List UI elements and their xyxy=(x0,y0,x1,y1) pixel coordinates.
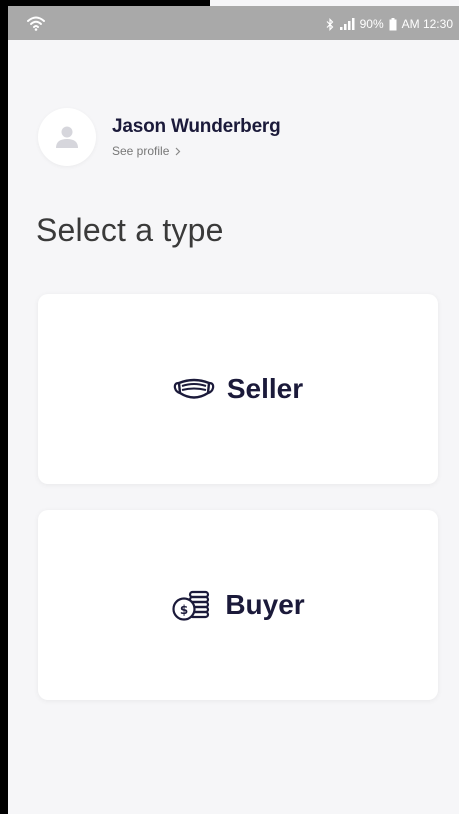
clock: AM 12:30 xyxy=(401,17,453,31)
profile-text: Jason Wunderberg See profile xyxy=(112,116,281,158)
seller-option-content: Seller xyxy=(173,373,303,405)
battery-percent: 90% xyxy=(359,17,384,31)
page-title: Select a type xyxy=(36,212,224,248)
person-icon xyxy=(56,126,78,148)
signal-icon xyxy=(339,17,355,30)
status-indicators: 90% AM 12:30 xyxy=(326,16,453,32)
buyer-option-content: $ Buyer xyxy=(171,587,305,623)
bezel-top xyxy=(0,0,210,6)
battery-icon xyxy=(389,17,397,30)
coins-icon: $ xyxy=(172,590,210,621)
app-screen: 90% AM 12:30 Jason Wunderberg See profil… xyxy=(8,0,459,814)
wifi-icon xyxy=(27,16,45,31)
buyer-option-card[interactable]: $ Buyer xyxy=(38,510,438,700)
mask-icon xyxy=(173,378,215,399)
profile-header[interactable]: Jason Wunderberg See profile xyxy=(38,108,281,166)
svg-text:$: $ xyxy=(180,603,188,617)
profile-name: Jason Wunderberg xyxy=(112,116,281,137)
status-bar: 90% AM 12:30 xyxy=(8,6,459,40)
bluetooth-icon xyxy=(326,17,333,31)
seller-option-card[interactable]: Seller xyxy=(38,294,438,484)
see-profile-label[interactable]: See profile xyxy=(112,144,169,158)
buyer-label: Buyer xyxy=(225,589,305,620)
avatar[interactable] xyxy=(38,108,96,166)
chevron-right-icon xyxy=(175,147,181,155)
see-profile-link[interactable]: See profile xyxy=(112,144,281,158)
seller-label: Seller xyxy=(226,373,304,404)
